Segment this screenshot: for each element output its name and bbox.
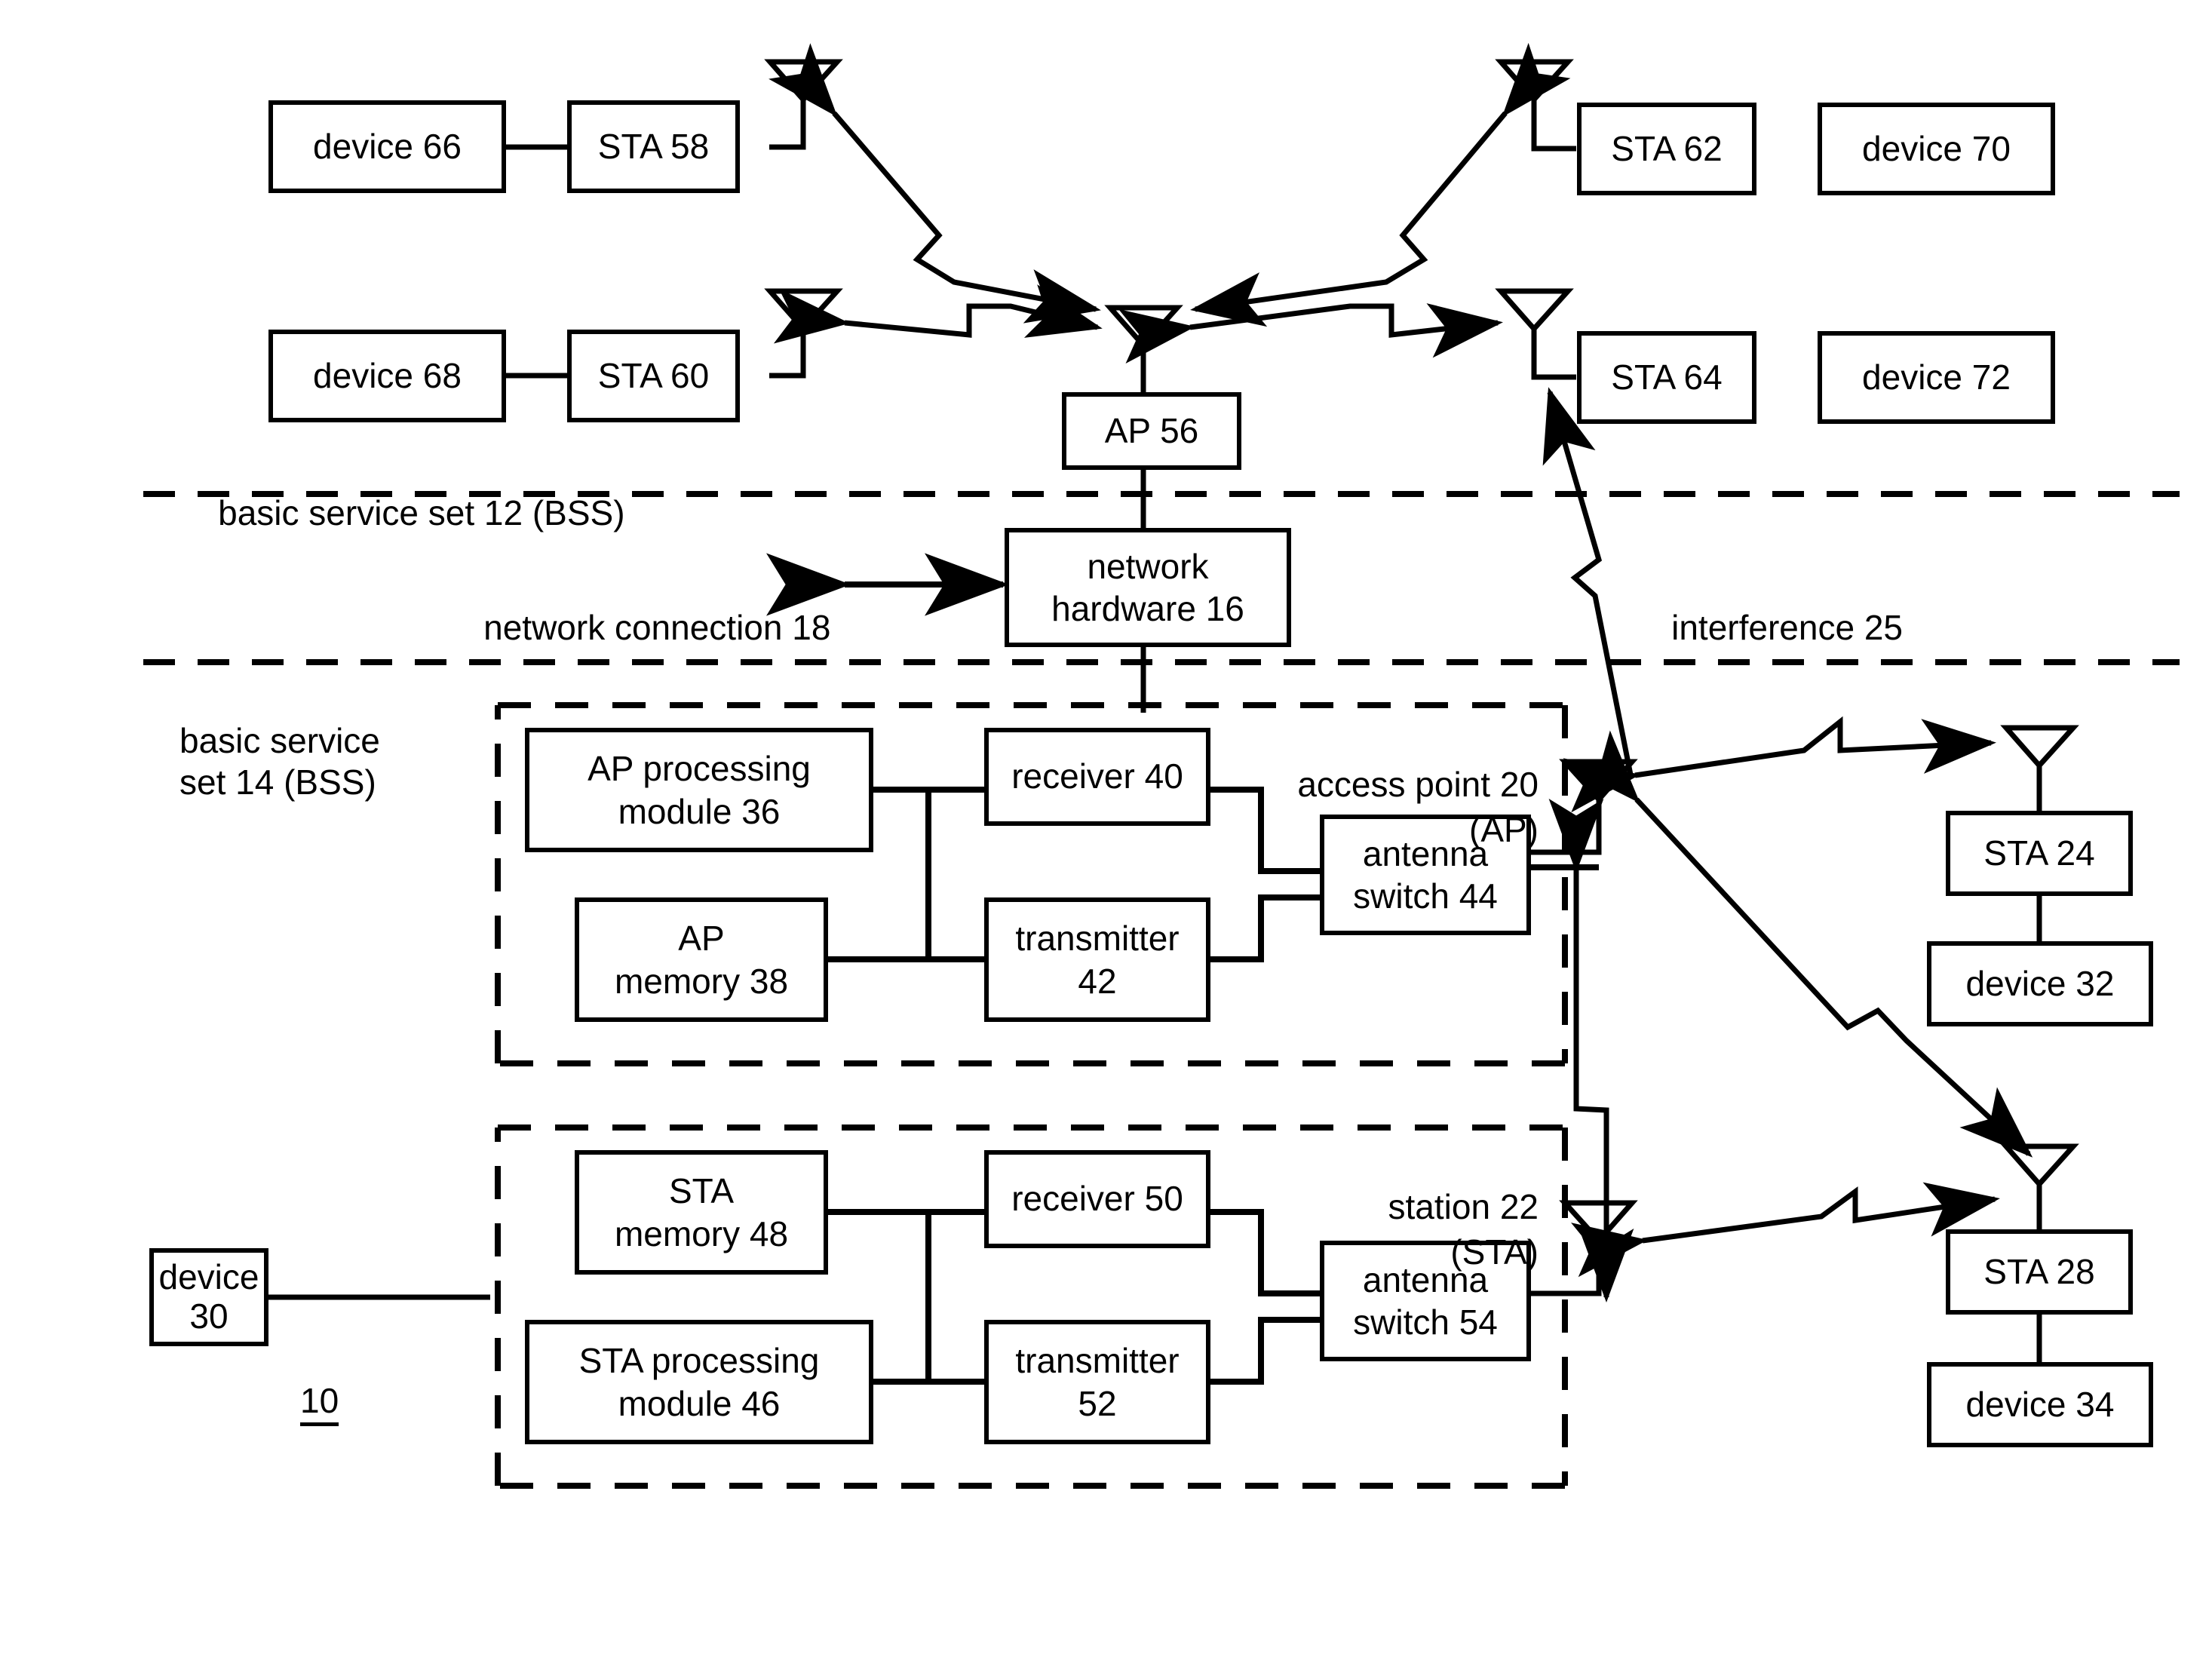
antenna-sta24 (2000, 725, 2079, 811)
box-label: receiver 50 (1011, 1179, 1183, 1219)
label-bss-12: basic service set 12 (BSS) (179, 451, 625, 576)
antenna-sta28 (2000, 1143, 2079, 1229)
rf-link-sta62-ap56 (1190, 42, 1571, 327)
rf-link-ap56-sta64 (1118, 303, 1503, 364)
antenna-sta62 (1495, 59, 1576, 152)
box-sta-60: STA 60 (567, 330, 740, 422)
box-device-72: device 72 (1818, 331, 2055, 424)
box-device-68: device 68 (268, 330, 506, 422)
antenna-ap56 (1104, 305, 1183, 398)
box-transmitter-52: transmitter 52 (984, 1320, 1210, 1444)
box-label: STA 60 (597, 355, 710, 395)
box-sta-62: STA 62 (1577, 103, 1756, 195)
box-label: transmitter 52 (1015, 1341, 1180, 1423)
box-label: STA 64 (1611, 357, 1723, 397)
box-sta-processing-module-46: STA processing module 46 (525, 1320, 873, 1444)
box-label: device 70 (1862, 128, 2011, 168)
rf-link-ap20-sta24 (1563, 716, 1996, 813)
box-sta-58: STA 58 (567, 100, 740, 193)
box-label: STA memory 48 (614, 1171, 789, 1253)
figure-canvas: device 66 STA 58 STA 62 device 70 device… (0, 0, 2212, 1666)
box-label: device 34 (1965, 1384, 2115, 1424)
rf-link-sta58-ap56 (769, 43, 1101, 324)
antenna-sta60 (764, 288, 843, 379)
box-label: AP memory 38 (614, 919, 789, 1001)
label-text: (STA) (1450, 1232, 1539, 1272)
box-label: device 72 (1862, 357, 2011, 397)
box-label: AP processing module 36 (588, 749, 811, 831)
box-transmitter-42: transmitter 42 (984, 897, 1210, 1022)
antenna-ap20 (1531, 759, 1638, 855)
box-label: STA 58 (597, 126, 710, 166)
box-receiver-40: receiver 40 (984, 728, 1210, 826)
box-sta-memory-48: STA memory 48 (575, 1150, 828, 1275)
rf-link-sta60-ap56 (773, 284, 1103, 344)
label-text: interference 25 (1671, 608, 1903, 648)
label-text: (AP) (1469, 810, 1539, 850)
box-sta-24: STA 24 (1946, 811, 2133, 896)
box-network-hardware-16: network hardware 16 (1005, 528, 1291, 647)
box-label: STA 62 (1611, 128, 1723, 168)
label-text: 10 (300, 1381, 339, 1420)
box-device-66: device 66 (268, 100, 506, 193)
label-text: basic service set 12 (BSS) (218, 493, 625, 533)
box-label: network hardware 16 (1051, 546, 1244, 628)
antenna-sta22 (1531, 1200, 1638, 1296)
box-device-70: device 70 (1818, 103, 2055, 195)
box-label: STA 28 (1983, 1251, 2095, 1291)
label-text: basic service set 14 (BSS) (179, 721, 380, 802)
label-text: network connection 18 (483, 608, 831, 648)
box-label: receiver 40 (1011, 756, 1183, 796)
box-device-34: device 34 (1927, 1362, 2153, 1447)
label-network-connection-18: network connection 18 (445, 566, 830, 691)
figure-reference-numeral: 10 (300, 1380, 339, 1426)
label-bss-14: basic service set 14 (BSS) (179, 679, 380, 804)
box-sta-28: STA 28 (1946, 1229, 2133, 1315)
box-device-30-label: device 30 (149, 1248, 268, 1346)
label-interference-25: interference 25 (1633, 566, 1903, 691)
box-ap-memory-38: AP memory 38 (575, 897, 828, 1022)
box-label: device 32 (1965, 963, 2115, 1003)
box-label: device 30 (158, 1257, 259, 1336)
box-device-32: device 32 (1927, 941, 2153, 1026)
label-station-sta: (STA) (1237, 1190, 1539, 1315)
box-ap-56: AP 56 (1062, 392, 1241, 470)
box-label: STA 24 (1983, 833, 2095, 873)
box-label: transmitter 42 (1015, 919, 1180, 1001)
box-label: STA processing module 46 (578, 1341, 820, 1423)
box-receiver-50: receiver 50 (984, 1150, 1210, 1248)
box-label: device 66 (313, 126, 462, 166)
box-sta-64: STA 64 (1577, 331, 1756, 424)
label-access-point-ap: (AP) (1237, 768, 1539, 893)
antenna-sta58 (764, 59, 843, 150)
rf-link-sta22-sta28 (1570, 1182, 2000, 1278)
box-ap-processing-module-36: AP processing module 36 (525, 728, 873, 852)
box-label: AP 56 (1104, 410, 1199, 450)
antenna-sta64 (1495, 288, 1576, 380)
box-label: device 68 (313, 355, 462, 395)
